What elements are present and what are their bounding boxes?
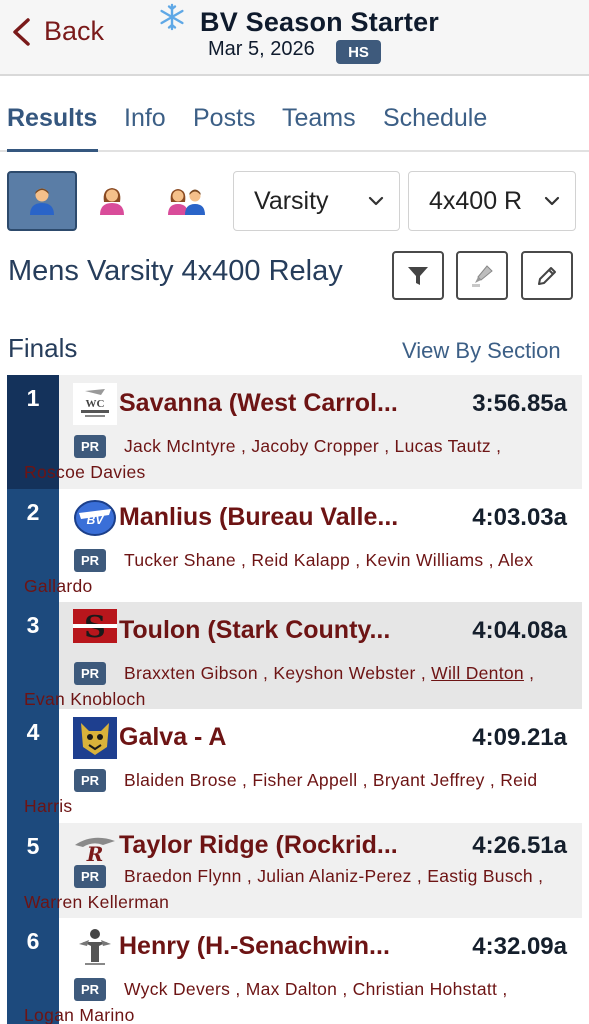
team-name[interactable]: Henry (H.-Senachwin... — [119, 932, 390, 961]
result-time: 4:03.03a — [472, 504, 567, 531]
back-label: Back — [44, 16, 105, 46]
result-time: 4:32.09a — [472, 933, 567, 960]
back-button[interactable]: Back — [10, 16, 104, 47]
tab-bar: Results Info Posts Teams Schedule — [0, 92, 589, 152]
male-filter-button[interactable] — [7, 171, 77, 231]
all-genders-filter-button[interactable] — [152, 171, 222, 231]
team-logo: R — [73, 831, 117, 866]
result-time: 4:09.21a — [472, 724, 567, 751]
level-select[interactable]: Varsity — [233, 171, 400, 231]
result-time: 3:56.85a — [472, 390, 567, 417]
athlete-names: Tucker Shane , Reid Kalapp , Kevin Willi… — [24, 550, 534, 596]
female-filter-button[interactable] — [77, 171, 147, 231]
chevron-down-icon — [368, 196, 384, 206]
chevron-left-icon — [13, 17, 30, 46]
svg-text:WC: WC — [86, 398, 105, 410]
view-by-section-link[interactable]: View By Section — [402, 338, 561, 364]
athlete-names: Jack McIntyre , Jacoby Cropper , Lucas T… — [24, 436, 502, 482]
event-select-value: 4x400 R — [429, 186, 523, 215]
section-title: Finals — [8, 333, 78, 363]
snowflake-icon — [160, 3, 184, 31]
highlight-button[interactable] — [456, 251, 508, 300]
result-row[interactable]: 3 S Toulon (Stark County... 4:04.08a PR … — [7, 602, 582, 709]
result-time: 4:04.08a — [472, 617, 567, 644]
funnel-icon — [408, 266, 428, 285]
svg-text:R: R — [86, 842, 104, 865]
athlete-names: Braxxten Gibson , Keyshon Webster , Will… — [24, 663, 535, 709]
highlighter-icon — [472, 264, 493, 287]
tab-info[interactable]: Info — [124, 104, 166, 133]
svg-text:BV: BV — [87, 513, 105, 527]
result-row[interactable]: 2 BV Manlius (Bureau Valle... 4:03.03a P… — [7, 489, 582, 602]
tab-teams[interactable]: Teams — [282, 104, 356, 133]
athlete-names: Blaiden Brose , Fisher Appell , Bryant J… — [24, 770, 538, 816]
filter-button[interactable] — [392, 251, 444, 300]
top-nav-bar: Back BV Season Starter Mar 5, 2026 HS — [0, 0, 589, 76]
team-name[interactable]: Toulon (Stark County... — [119, 616, 390, 645]
level-badge: HS — [336, 40, 381, 64]
athlete-names: Wyck Devers , Max Dalton , Christian Hoh… — [24, 979, 508, 1024]
level-select-value: Varsity — [254, 186, 329, 215]
result-row[interactable]: 1 WC Savanna (West Carrol... 3:56.85a PR… — [7, 375, 582, 489]
team-logo — [73, 717, 117, 759]
meet-date: Mar 5, 2026 — [208, 38, 315, 60]
group-people-icon — [168, 189, 205, 215]
tab-results[interactable]: Results — [7, 104, 97, 133]
active-tab-indicator — [7, 149, 98, 152]
athlete-names: Braedon Flynn , Julian Alaniz-Perez , Ea… — [24, 866, 544, 912]
team-name[interactable]: Taylor Ridge (Rockrid... — [119, 831, 398, 860]
tab-posts[interactable]: Posts — [193, 104, 256, 133]
meet-title: BV Season Starter — [200, 7, 439, 37]
female-person-icon — [100, 188, 124, 215]
event-select[interactable]: 4x400 R — [408, 171, 576, 231]
pencil-icon — [538, 266, 556, 285]
tab-schedule[interactable]: Schedule — [383, 104, 487, 133]
team-logo — [73, 926, 117, 968]
edit-button[interactable] — [521, 251, 573, 300]
team-logo: WC — [73, 383, 117, 425]
chevron-down-icon — [544, 196, 560, 206]
male-person-icon — [30, 188, 54, 215]
event-heading: Mens Varsity 4x400 Relay — [8, 255, 343, 287]
result-row[interactable]: 5 R Taylor Ridge (Rockrid... 4:26.51a PR… — [7, 823, 582, 918]
athlete-link[interactable]: Will Denton — [431, 663, 524, 683]
team-name[interactable]: Manlius (Bureau Valle... — [119, 503, 398, 532]
team-name[interactable]: Galva - A — [119, 723, 226, 752]
team-name[interactable]: Savanna (West Carrol... — [119, 389, 398, 418]
team-logo: S — [73, 609, 117, 645]
result-time: 4:26.51a — [472, 832, 567, 859]
team-logo: BV — [73, 497, 117, 539]
result-row[interactable]: 6 Henry (H.-Senachwin... 4:32.09a PR Wyc… — [7, 918, 582, 1024]
result-row[interactable]: 4 Galva - A 4:09.21a PR Blaiden Brose , … — [7, 709, 582, 823]
